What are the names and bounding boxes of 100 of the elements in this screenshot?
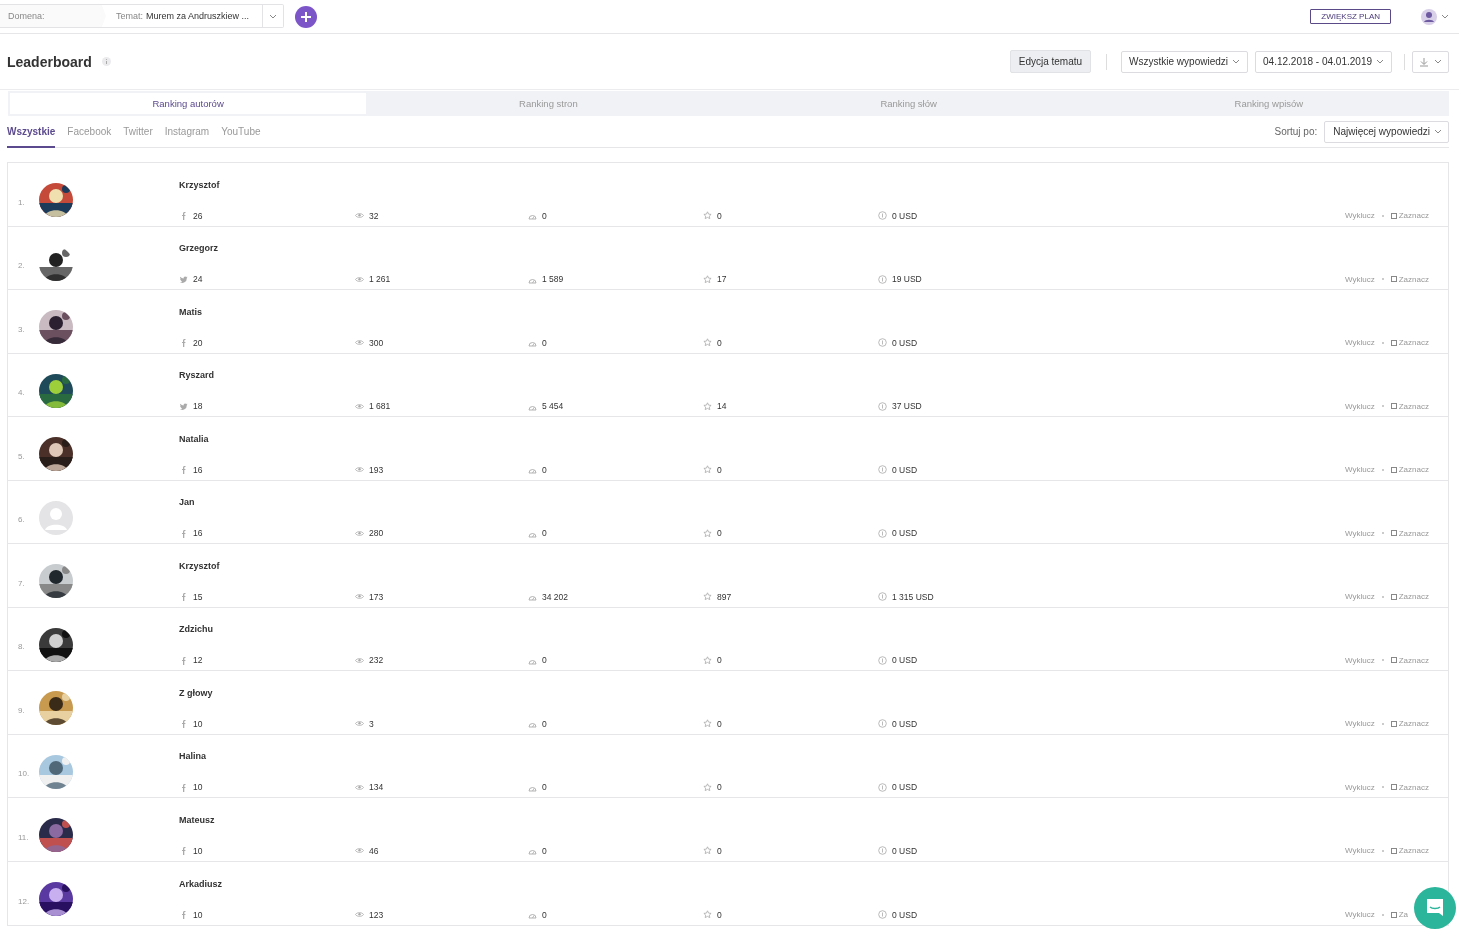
ranking-tab[interactable]: Ranking autorów (10, 93, 367, 114)
network-filter-tab[interactable]: YouTube (221, 116, 261, 148)
rank-number: 2. (18, 260, 26, 271)
exclude-link[interactable]: Wyklucz (1345, 910, 1375, 920)
author-name[interactable]: Grzegorz (179, 243, 218, 254)
reach-count: 1 589 (542, 274, 564, 285)
date-range-dropdown[interactable]: 04.12.2018 - 04.01.2019 (1255, 50, 1392, 73)
author-name[interactable]: Arkadiusz (179, 878, 222, 889)
rank-number: 10. (18, 768, 31, 779)
star-icon (703, 211, 712, 221)
coin-icon (878, 910, 887, 920)
star-icon (703, 719, 712, 729)
coin-icon (878, 338, 887, 348)
add-icon[interactable] (295, 5, 317, 28)
ranking-tab[interactable]: Ranking wpisów (1090, 93, 1447, 114)
post-count: 18 (193, 401, 203, 412)
views-count: 173 (369, 591, 384, 602)
post-count: 10 (193, 845, 203, 856)
exclude-link[interactable]: Wyklucz (1345, 592, 1375, 602)
author-name[interactable]: Ryszard (179, 370, 214, 381)
reach-count: 0 (542, 464, 547, 475)
edit-topic-button[interactable]: Edycja tematu (1009, 50, 1092, 73)
select-checkbox[interactable]: Zaznacz (1390, 846, 1429, 856)
select-checkbox[interactable]: Zaznacz (1390, 782, 1429, 792)
chevron-down-icon (1434, 58, 1442, 65)
author-name[interactable]: Krzysztof (179, 560, 220, 571)
topic-value[interactable]: Murem za Andruszkiew ... (146, 11, 250, 21)
star-icon (703, 274, 712, 284)
author-name[interactable]: Matis (179, 306, 202, 317)
views-count: 134 (369, 782, 384, 793)
exclude-link[interactable]: Wyklucz (1345, 846, 1375, 856)
ranking-tab[interactable]: Ranking stron (370, 93, 727, 114)
user-avatar-icon[interactable] (1421, 8, 1437, 25)
value-amount: 0 USD (892, 655, 918, 666)
exclude-link[interactable]: Wyklucz (1345, 401, 1375, 411)
author-name[interactable]: Z głowy (179, 687, 213, 698)
facebook-icon (179, 465, 188, 475)
select-checkbox[interactable]: Zaznacz (1390, 211, 1429, 221)
post-count: 20 (193, 337, 203, 348)
eye-icon (355, 211, 364, 221)
exclude-link[interactable]: Wyklucz (1345, 338, 1375, 348)
coin-icon (878, 211, 887, 221)
exclude-link[interactable]: Wyklucz (1345, 211, 1375, 221)
exclude-link[interactable]: Wyklucz (1345, 782, 1375, 792)
rank-number: 8. (18, 641, 26, 652)
coin-icon (878, 719, 887, 729)
network-filter-tab[interactable]: Twitter (123, 116, 153, 148)
select-checkbox[interactable]: Zaznacz (1390, 274, 1429, 284)
exclude-link[interactable]: Wyklucz (1345, 655, 1375, 665)
select-checkbox[interactable]: Za (1390, 910, 1409, 920)
author-name[interactable]: Mateusz (179, 814, 215, 825)
star-icon (703, 528, 712, 538)
network-filter-tab[interactable]: Facebook (67, 116, 112, 148)
star-icon (703, 465, 712, 475)
author-name[interactable]: Zdzichu (179, 624, 213, 635)
author-name[interactable]: Jan (179, 497, 195, 508)
reach-count: 5 454 (542, 401, 564, 412)
value-amount: 19 USD (892, 274, 922, 285)
favorites-count: 17 (717, 274, 727, 285)
author-name[interactable]: Natalia (179, 433, 209, 444)
rank-number: 1. (18, 196, 26, 207)
star-icon (703, 592, 712, 602)
domain-selector[interactable]: Domena: (0, 5, 106, 27)
reach-count: 0 (542, 909, 547, 920)
views-count: 193 (369, 464, 384, 475)
eye-icon (355, 782, 364, 792)
reach-count: 0 (542, 528, 547, 539)
post-count: 12 (193, 655, 203, 666)
rank-number: 11. (18, 831, 30, 842)
author-name[interactable]: Halina (179, 751, 206, 762)
filter-dropdown[interactable]: Wszystkie wypowiedzi (1121, 50, 1248, 73)
favorites-count: 0 (717, 528, 722, 539)
star-icon (703, 782, 712, 792)
author-name[interactable]: Krzysztof (179, 179, 220, 190)
download-button[interactable] (1412, 50, 1449, 73)
coin-icon (878, 465, 887, 475)
exclude-link[interactable]: Wyklucz (1345, 719, 1375, 729)
views-count: 32 (369, 210, 379, 221)
favorites-count: 897 (717, 591, 732, 602)
topic-breadcrumb[interactable]: Domena: Temat: Murem za Andruszkiew ... (0, 4, 284, 28)
select-checkbox[interactable]: Zaznacz (1390, 528, 1429, 538)
select-checkbox[interactable]: Zaznacz (1390, 465, 1429, 475)
ranking-tab[interactable]: Ranking słów (730, 93, 1087, 114)
exclude-link[interactable]: Wyklucz (1345, 465, 1375, 475)
exclude-link[interactable]: Wyklucz (1345, 528, 1375, 538)
select-checkbox[interactable]: Zaznacz (1390, 401, 1429, 411)
select-checkbox[interactable]: Zaznacz (1390, 338, 1429, 348)
rank-number: 7. (18, 577, 26, 588)
sort-dropdown[interactable]: Najwięcej wypowiedzi (1324, 120, 1449, 143)
info-icon[interactable] (101, 57, 111, 66)
select-checkbox[interactable]: Zaznacz (1390, 592, 1429, 602)
select-checkbox[interactable]: Zaznacz (1390, 719, 1429, 729)
exclude-link[interactable]: Wyklucz (1345, 274, 1375, 284)
network-filter-tab[interactable]: Wszystkie (7, 116, 56, 148)
upgrade-plan-button[interactable]: ZWIĘKSZ PLAN (1310, 9, 1391, 24)
value-amount: 1 315 USD (892, 591, 934, 602)
chat-button[interactable] (1414, 887, 1456, 929)
network-filter-tab[interactable]: Instagram (164, 116, 210, 148)
star-icon (703, 910, 712, 920)
select-checkbox[interactable]: Zaznacz (1390, 655, 1429, 665)
